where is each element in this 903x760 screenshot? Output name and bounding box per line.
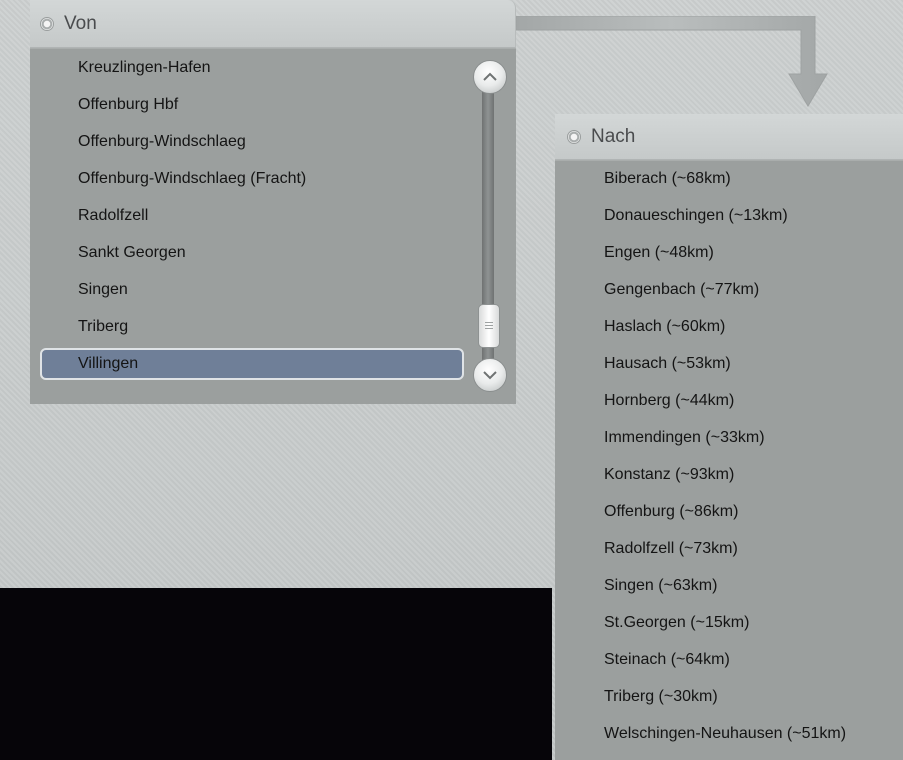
nach-item[interactable]: Hornberg (~44km) (604, 387, 734, 415)
nach-list[interactable]: Biberach (~68km) Donaueschingen (~13km) … (555, 160, 903, 760)
von-item-selected[interactable]: Villingen (78, 350, 138, 378)
nach-item[interactable]: Konstanz (~93km) (604, 461, 734, 489)
radio-icon[interactable] (567, 129, 581, 144)
nach-item[interactable]: Biberach (~68km) (604, 165, 731, 193)
nach-header[interactable]: Nach (555, 114, 903, 160)
nach-item[interactable]: Hausach (~53km) (604, 350, 731, 378)
radio-icon[interactable] (40, 16, 54, 31)
von-item[interactable]: Offenburg-Windschlaeg (78, 128, 246, 156)
nach-item[interactable]: Gengenbach (~77km) (604, 276, 759, 304)
von-item[interactable]: Offenburg-Windschlaeg (Fracht) (78, 165, 306, 193)
von-item[interactable]: Radolfzell (78, 202, 148, 230)
arrow-down-icon (516, 16, 828, 107)
nach-item[interactable]: St.Georgen (~15km) (604, 609, 749, 637)
nach-item[interactable]: Engen (~48km) (604, 239, 714, 267)
nach-item[interactable]: Haslach (~60km) (604, 313, 725, 341)
nach-item[interactable]: Triberg (~30km) (604, 683, 718, 711)
von-item[interactable]: Kreuzlingen-Hafen (78, 54, 211, 82)
nach-item[interactable]: Donaueschingen (~13km) (604, 202, 788, 230)
nach-item[interactable]: Steinach (~64km) (604, 646, 730, 674)
nach-item[interactable]: Immendingen (~33km) (604, 424, 765, 452)
nach-item[interactable]: Singen (~63km) (604, 572, 717, 600)
scrollbar-thumb[interactable] (478, 304, 500, 348)
nach-item[interactable]: Offenburg (~86km) (604, 498, 738, 526)
nach-title: Nach (591, 125, 636, 147)
von-item[interactable]: Offenburg Hbf (78, 91, 178, 119)
empty-black-area (0, 588, 552, 760)
von-header[interactable]: Von (30, 0, 516, 48)
von-item[interactable]: Triberg (78, 313, 128, 341)
nach-item[interactable]: Welschingen-Neuhausen (~51km) (604, 720, 846, 748)
scroll-up-button[interactable] (473, 60, 507, 94)
chevron-up-icon (483, 72, 497, 81)
von-item[interactable]: Singen (78, 276, 128, 304)
von-item[interactable]: Sankt Georgen (78, 239, 186, 267)
nach-item[interactable]: Radolfzell (~73km) (604, 535, 738, 563)
chevron-down-icon (483, 371, 497, 380)
von-list[interactable]: Kreuzlingen-Hafen Offenburg Hbf Offenbur… (30, 48, 516, 404)
scroll-down-button[interactable] (473, 358, 507, 392)
von-title: Von (64, 12, 97, 34)
